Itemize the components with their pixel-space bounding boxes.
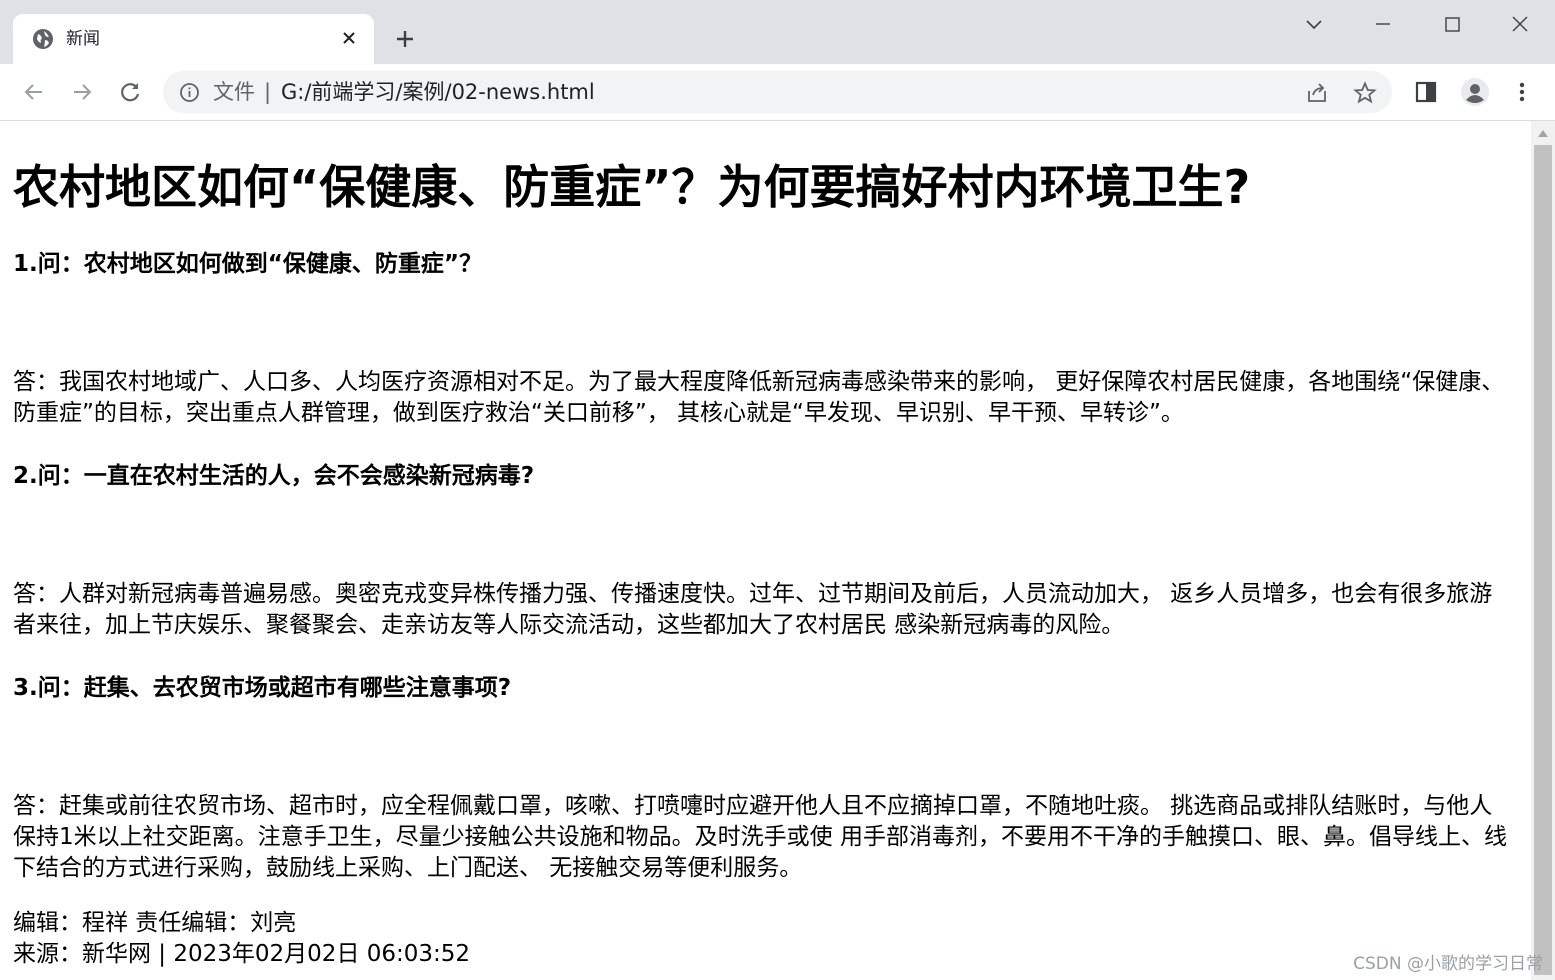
url-scheme-label: 文件 <box>213 80 255 104</box>
info-icon[interactable] <box>179 82 200 103</box>
tab-strip: 新闻 <box>0 0 1555 64</box>
chevron-down-icon[interactable] <box>1301 12 1327 38</box>
article-title: 农村地区如何“保健康、防重症”？为何要搞好村内环境卫生? <box>13 160 1251 214</box>
window-close-icon[interactable] <box>1507 12 1533 38</box>
scrollbar-thumb[interactable] <box>1534 145 1552 975</box>
maximize-icon[interactable] <box>1439 12 1465 38</box>
answer-2: 答：人群对新冠病毒普遍易感。奥密克戎变异株传播力强、传播速度快。过年、过节期间及… <box>13 581 1493 638</box>
scroll-up-arrow-icon[interactable] <box>1537 128 1549 138</box>
url-text[interactable]: G:/前端学习/案例/02-news.html <box>281 79 595 105</box>
reload-icon[interactable] <box>117 79 143 105</box>
menu-icon[interactable] <box>1509 79 1535 105</box>
plus-icon[interactable] <box>394 28 416 50</box>
watermark: CSDN @小歌的学习日常 <box>1353 954 1543 974</box>
globe-icon <box>33 29 53 49</box>
tab-news[interactable]: 新闻 <box>13 14 374 64</box>
forward-icon[interactable] <box>69 79 95 105</box>
back-icon[interactable] <box>21 79 47 105</box>
page-viewport: 农村地区如何“保健康、防重症”？为何要搞好村内环境卫生? 1.问：农村地区如何做… <box>0 121 1531 980</box>
star-icon[interactable] <box>1353 81 1377 105</box>
close-icon[interactable] <box>339 28 359 48</box>
browser-toolbar: 文件 | G:/前端学习/案例/02-news.html <box>0 64 1555 121</box>
question-2: 2.问：一直在农村生活的人，会不会感染新冠病毒? <box>13 463 535 489</box>
source-line: 来源：新华网 | 2023年02月02日 06:03:52 <box>13 941 471 967</box>
address-bar[interactable]: 文件 | G:/前端学习/案例/02-news.html <box>163 71 1392 113</box>
question-3: 3.问：赶集、去农贸市场或超市有哪些注意事项? <box>13 675 512 701</box>
profile-icon[interactable] <box>1460 77 1490 107</box>
side-panel-icon[interactable] <box>1413 79 1439 105</box>
question-1: 1.问：农村地区如何做到“保健康、防重症”？ <box>13 251 482 277</box>
share-icon[interactable] <box>1305 81 1329 105</box>
minimize-icon[interactable] <box>1370 12 1396 38</box>
answer-1: 答：我国农村地域广、人口多、人均医疗资源相对不足。为了最大程度降低新冠病毒感染带… <box>13 369 1505 426</box>
answer-3: 答：赶集或前往农贸市场、超市时，应全程佩戴口罩，咳嗽、打喷嚏时应避开他人且不应摘… <box>13 793 1507 881</box>
vertical-scrollbar[interactable] <box>1531 121 1555 980</box>
tab-title: 新闻 <box>66 29 100 49</box>
url-separator: | <box>264 80 272 104</box>
editor-line: 编辑：程祥 责任编辑：刘亮 <box>13 910 297 936</box>
